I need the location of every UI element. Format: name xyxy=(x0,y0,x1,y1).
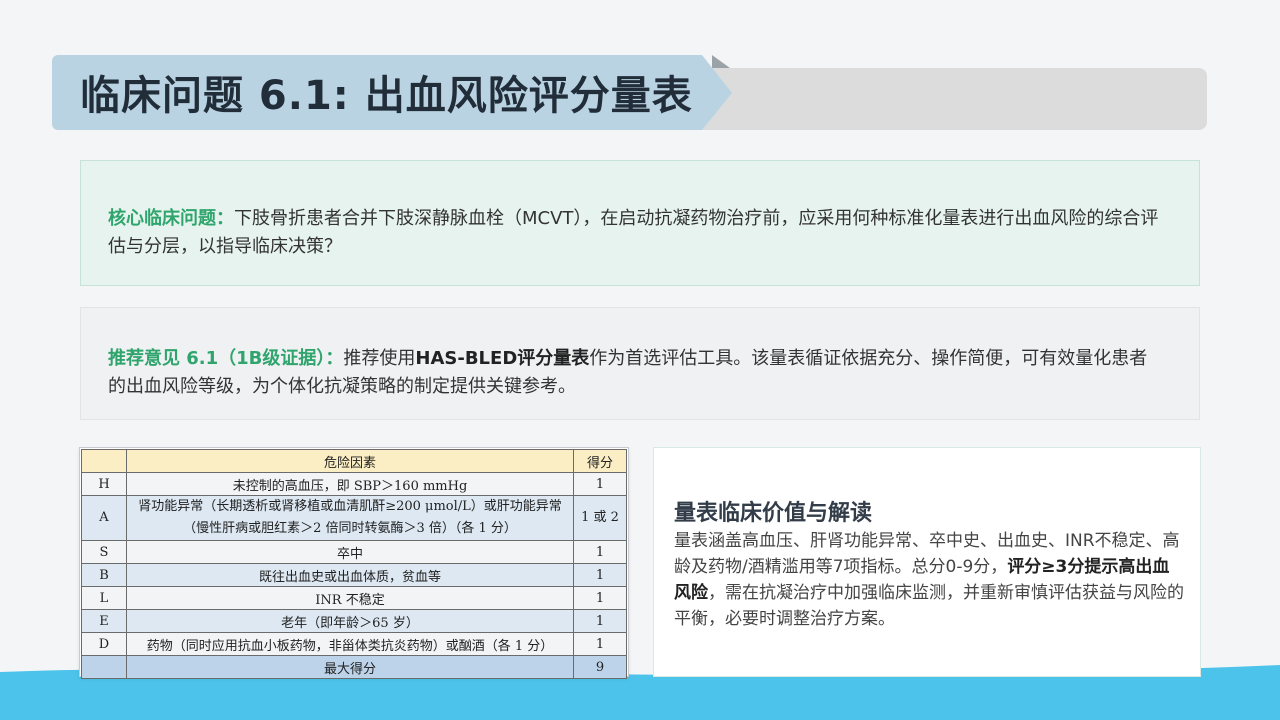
table-row: E 老年（即年龄＞65 岁） 1 xyxy=(81,609,627,633)
title-banner-background xyxy=(680,68,1207,130)
recommendation-text: 推荐意见 6.1（1B级证据）：推荐使用HAS-BLED评分量表作为首选评估工具… xyxy=(108,345,1159,401)
table-total-row: 最大得分 9 xyxy=(81,655,627,679)
table-cell-factor: 卒中 xyxy=(126,540,574,564)
recommendation-text-before: 推荐使用 xyxy=(343,348,416,369)
table-header-letter xyxy=(81,449,127,473)
table-row: S 卒中 1 xyxy=(81,540,627,564)
recommendation-highlight: HAS-BLED评分量表 xyxy=(415,348,590,369)
table-header-row: 危险因素 得分 xyxy=(81,449,627,473)
table-total-label: 最大得分 xyxy=(126,655,574,679)
table-row: H 未控制的高血压，即 SBP＞160 mmHg 1 xyxy=(81,472,627,496)
table-cell-score: 1 或 2 xyxy=(573,495,627,541)
table-cell-letter: A xyxy=(81,495,127,541)
table-row: L INR 不稳定 1 xyxy=(81,586,627,610)
table-cell-factor: 未控制的高血压，即 SBP＞160 mmHg xyxy=(126,472,574,496)
table-cell-factor: 既往出血史或出血体质，贫血等 xyxy=(126,563,574,587)
recommendation-label: 推荐意见 6.1（1B级证据）： xyxy=(108,348,344,369)
table-cell-score: 1 xyxy=(573,586,627,610)
table-cell-factor: 老年（即年龄＞65 岁） xyxy=(126,609,574,633)
has-bled-table-image: 危险因素 得分 H 未控制的高血压，即 SBP＞160 mmHg 1 A 肾功能… xyxy=(79,447,629,679)
table-cell-empty xyxy=(81,655,127,679)
table-cell-score: 1 xyxy=(573,563,627,587)
core-question-label: 核心临床问题： xyxy=(108,208,234,229)
table-cell-letter: H xyxy=(81,472,127,496)
table-row: A 肾功能异常（长期透析或肾移植或血清肌酐≥200 μmol/L）或肝功能异常（… xyxy=(81,495,627,541)
table-cell-letter: D xyxy=(81,632,127,656)
page-title: 临床问题 6.1: 出血风险评分量表 xyxy=(80,73,693,119)
interpretation-title: 量表临床价值与解读 xyxy=(674,501,873,526)
table-row: D 药物（同时应用抗血小板药物，非甾体类抗炎药物）或酗酒（各 1 分） 1 xyxy=(81,632,627,656)
title-banner-fold xyxy=(712,55,730,68)
recommendation-box: 推荐意见 6.1（1B级证据）：推荐使用HAS-BLED评分量表作为首选评估工具… xyxy=(80,307,1200,420)
table-cell-letter: S xyxy=(81,540,127,564)
table-total-score: 9 xyxy=(573,655,627,679)
table-header-score: 得分 xyxy=(573,449,627,473)
table-header-factor: 危险因素 xyxy=(126,449,574,473)
interpretation-text: 量表涵盖高血压、肝肾功能异常、卒中史、出血史、INR不稳定、高龄及药物/酒精滥用… xyxy=(674,528,1184,632)
interpretation-text-after: ，需在抗凝治疗中加强临床监测，并重新审慎评估获益与风险的平衡，必要时调整治疗方案… xyxy=(674,583,1184,629)
core-question-body: 下肢骨折患者合并下肢深静脉血栓（MCVT），在启动抗凝药物治疗前，应采用何种标准… xyxy=(108,208,1159,257)
table-cell-factor: 肾功能异常（长期透析或肾移植或血清肌酐≥200 μmol/L）或肝功能异常（慢性… xyxy=(126,495,574,541)
table-cell-factor: INR 不稳定 xyxy=(126,586,574,610)
table-cell-letter: B xyxy=(81,563,127,587)
interpretation-card: 量表临床价值与解读 量表涵盖高血压、肝肾功能异常、卒中史、出血史、INR不稳定、… xyxy=(653,447,1201,677)
table-cell-score: 1 xyxy=(573,540,627,564)
core-question-text: 核心临床问题：下肢骨折患者合并下肢深静脉血栓（MCVT），在启动抗凝药物治疗前，… xyxy=(108,205,1159,261)
table-cell-letter: E xyxy=(81,609,127,633)
table-cell-score: 1 xyxy=(573,472,627,496)
table-row: B 既往出血史或出血体质，贫血等 1 xyxy=(81,563,627,587)
table-cell-score: 1 xyxy=(573,632,627,656)
table-cell-factor: 药物（同时应用抗血小板药物，非甾体类抗炎药物）或酗酒（各 1 分） xyxy=(126,632,574,656)
table-cell-score: 1 xyxy=(573,609,627,633)
core-question-box: 核心临床问题：下肢骨折患者合并下肢深静脉血栓（MCVT），在启动抗凝药物治疗前，… xyxy=(80,160,1200,286)
has-bled-table: 危险因素 得分 H 未控制的高血压，即 SBP＞160 mmHg 1 A 肾功能… xyxy=(81,449,627,679)
table-cell-letter: L xyxy=(81,586,127,610)
